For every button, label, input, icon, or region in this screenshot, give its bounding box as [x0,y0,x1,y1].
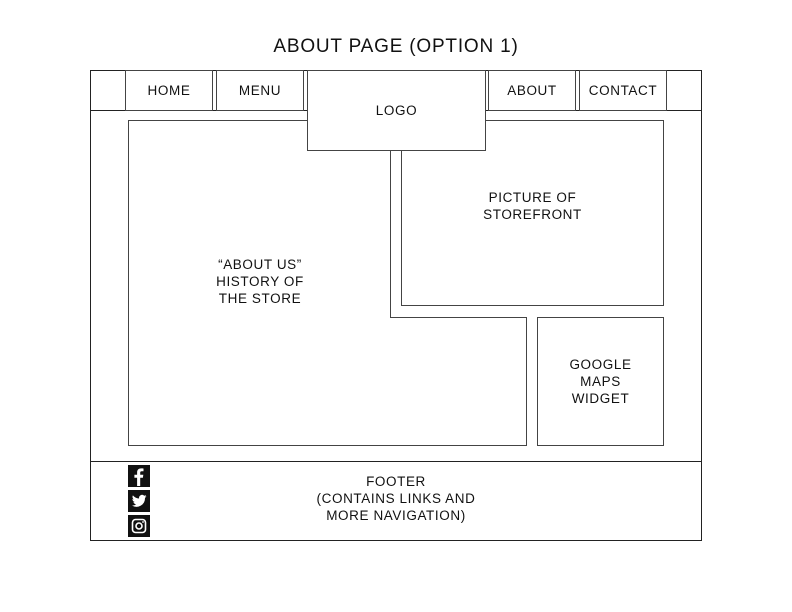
google-maps-widget: GOOGLE MAPS WIDGET [537,317,664,446]
instagram-icon[interactable] [128,515,150,537]
storefront-label: PICTURE OF STOREFRONT [483,190,582,222]
twitter-icon[interactable] [128,490,150,512]
footer-text: FOOTER (CONTAINS LINKS AND MORE NAVIGATI… [316,473,476,523]
logo[interactable]: LOGO [307,70,486,151]
about-us-text: “ABOUT US” HISTORY OF THE STORE [216,256,304,306]
facebook-icon[interactable] [128,465,150,487]
